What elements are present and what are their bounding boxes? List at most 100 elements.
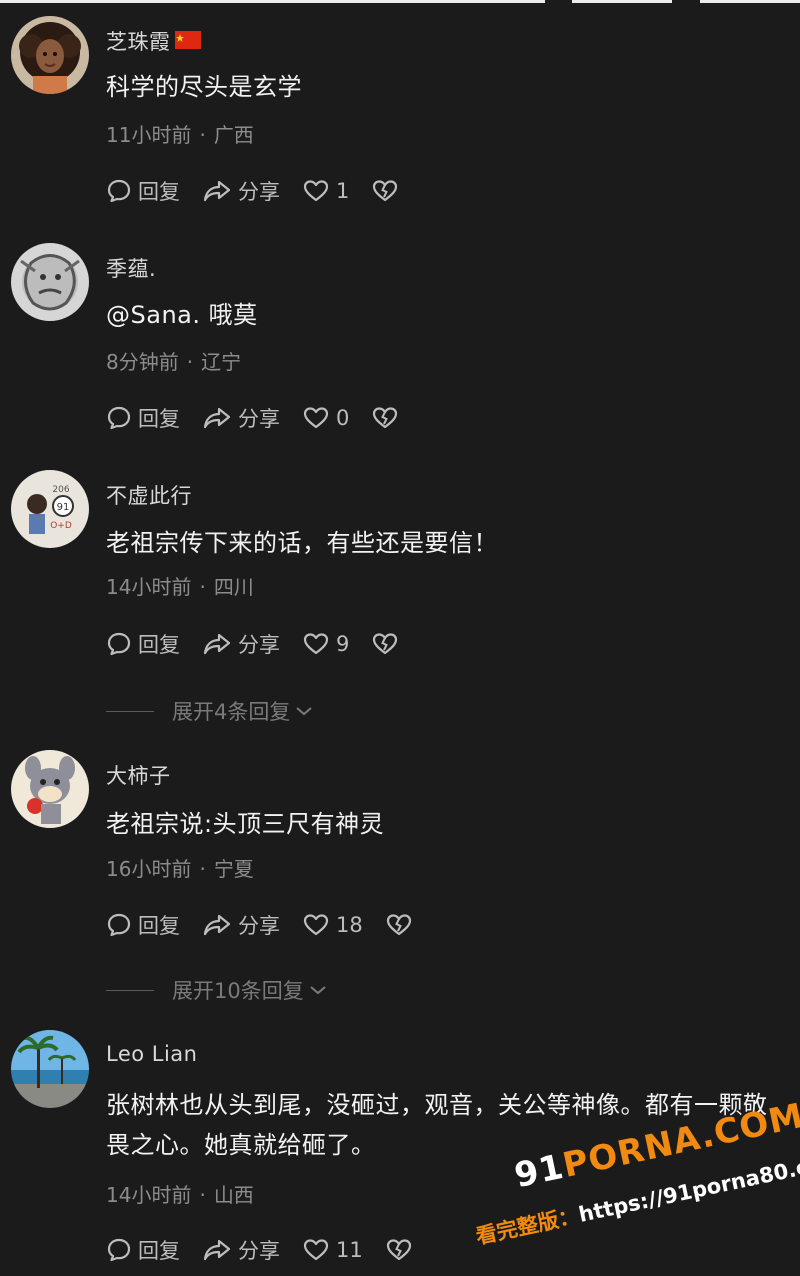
chevron-down-icon [310,986,326,995]
expand-replies-button[interactable]: 展开10条回复 [106,975,328,1005]
username[interactable]: Leo Lian [106,1042,198,1066]
reply-bubble-icon [107,913,131,937]
expand-replies-label: 展开4条回复 [172,700,291,724]
meta-separator: · [199,1183,206,1207]
expand-replies-button[interactable]: 展开4条回复 [106,696,314,726]
avatar[interactable] [11,243,89,321]
avatar[interactable]: 91 206 O+D [11,470,89,548]
meta-separator: · [199,123,206,147]
like-button[interactable]: 18 [302,912,363,938]
meta-separator: · [199,857,206,881]
avatar[interactable] [11,1030,89,1108]
like-button[interactable]: 11 [302,1237,363,1263]
heart-icon [303,407,329,429]
like-count: 9 [336,632,350,656]
comment-text: 老祖宗说:头顶三尺有神灵 [106,810,385,838]
share-label: 分享 [238,180,280,204]
share-arrow-icon [203,633,231,655]
reply-button[interactable]: 回复 [106,629,180,659]
top-edge-segment-mid [572,0,672,3]
svg-text:O+D: O+D [50,521,72,531]
like-button[interactable]: 1 [302,178,349,204]
meta-separator: · [186,350,194,374]
comment-meta: 14小时前 · 四川 [106,571,254,600]
reply-label: 回复 [138,407,180,431]
avatar[interactable] [11,16,89,94]
comment-meta: 14小时前 · 山西 [106,1179,254,1208]
comment-time: 16小时前 [106,857,192,881]
reply-label: 回复 [138,180,180,204]
comment-time: 14小时前 [106,1183,192,1207]
reply-label: 回复 [138,633,180,657]
dislike-button[interactable] [385,1237,419,1263]
share-button[interactable]: 分享 [202,1235,280,1265]
comment-text: @Sana. 哦莫 [106,301,258,329]
broken-heart-icon [373,180,398,202]
comment-location: 辽宁 [201,350,242,374]
avatar[interactable] [11,750,89,828]
reply-bubble-icon [107,1238,131,1262]
comment-location: 广西 [213,123,254,147]
comment-text: 科学的尽头是玄学 [106,73,302,101]
heart-icon [303,914,329,936]
share-button[interactable]: 分享 [202,910,280,940]
username[interactable]: 季蕴. [106,253,156,283]
like-count: 1 [336,179,350,203]
like-count: 18 [336,913,363,937]
top-edge-bar [0,0,800,5]
share-label: 分享 [238,914,280,938]
reply-button[interactable]: 回复 [106,1235,180,1265]
like-button[interactable]: 0 [302,405,349,431]
action-bar: 回复 分享 11 [106,1233,441,1267]
comment-meta: 8分钟前 · 辽宁 [106,346,241,375]
dislike-button[interactable] [371,178,405,204]
comment-text: 张树林也从头到尾，没砸过，观音，关公等神像。都有一颗敬畏之心。她真就给砸了。 [106,1091,768,1159]
comment-meta: 16小时前 · 宁夏 [106,853,254,882]
share-label: 分享 [238,407,280,431]
share-button[interactable]: 分享 [202,176,280,206]
username[interactable]: 不虚此行 [106,480,192,510]
reply-label: 回复 [138,914,180,938]
username[interactable]: 芝珠霞 [106,26,201,56]
like-count: 0 [336,406,350,430]
svg-text:91: 91 [57,502,70,513]
expand-divider [106,989,154,991]
reply-button[interactable]: 回复 [106,176,180,206]
action-bar: 回复 分享 9 [106,627,427,661]
reply-bubble-icon [107,179,131,203]
heart-icon [303,633,329,655]
expand-divider [106,710,154,712]
broken-heart-icon [373,407,398,429]
reply-button[interactable]: 回复 [106,910,180,940]
action-bar: 回复 分享 18 [106,908,441,942]
top-edge-segment-right [700,0,800,3]
dislike-button[interactable] [371,631,405,657]
username[interactable]: 大柿子 [106,760,171,790]
chevron-down-icon [296,707,313,716]
comment-text: 老祖宗传下来的话，有些还是要信！ [106,529,498,557]
heart-icon [303,180,329,202]
dislike-button[interactable] [371,405,405,431]
watermark-label: 看完整版： [473,1203,582,1249]
reply-button[interactable]: 回复 [106,403,180,433]
china-flag-icon [174,30,201,54]
comment-location: 宁夏 [213,857,254,881]
broken-heart-icon [386,914,411,936]
share-button[interactable]: 分享 [202,629,280,659]
like-count: 11 [336,1238,363,1262]
broken-heart-icon [373,633,398,655]
share-button[interactable]: 分享 [202,403,280,433]
action-bar: 回复 分享 0 [106,401,427,435]
comment-meta: 11小时前 · 广西 [106,119,254,148]
comment-time: 8分钟前 [106,350,179,374]
action-bar: 回复 分享 1 [106,174,427,208]
like-button[interactable]: 9 [302,631,349,657]
heart-icon [303,1239,329,1261]
comment-location: 山西 [213,1183,254,1207]
share-label: 分享 [238,633,280,657]
reply-label: 回复 [138,1239,180,1263]
reply-bubble-icon [107,406,131,430]
share-arrow-icon [203,1239,231,1261]
dislike-button[interactable] [385,912,419,938]
share-arrow-icon [203,407,231,429]
